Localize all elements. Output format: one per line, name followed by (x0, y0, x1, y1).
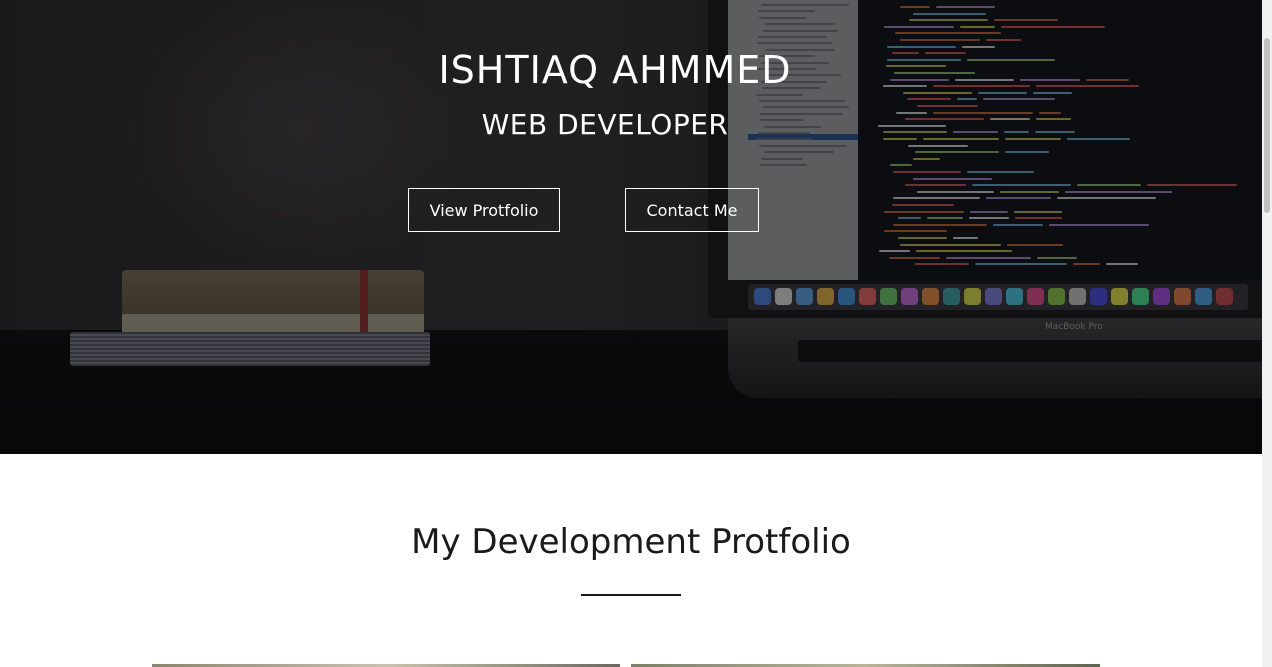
view-portfolio-button[interactable]: View Protfolio (408, 188, 560, 232)
contact-me-button[interactable]: Contact Me (625, 188, 759, 232)
hero-role: WEB DEVELOPER (481, 108, 729, 141)
page-scrollbar[interactable] (1262, 0, 1272, 667)
scrollbar-thumb[interactable] (1264, 38, 1270, 213)
portfolio-title: My Development Protfolio (411, 522, 851, 562)
title-divider (581, 594, 681, 596)
hero-section: MacBook Pro ISHTIAQ AHMMED WEB DEVELOPER… (0, 0, 1262, 454)
page: MacBook Pro ISHTIAQ AHMMED WEB DEVELOPER… (0, 0, 1262, 667)
hero-name: ISHTIAQ AHMMED (438, 48, 792, 92)
